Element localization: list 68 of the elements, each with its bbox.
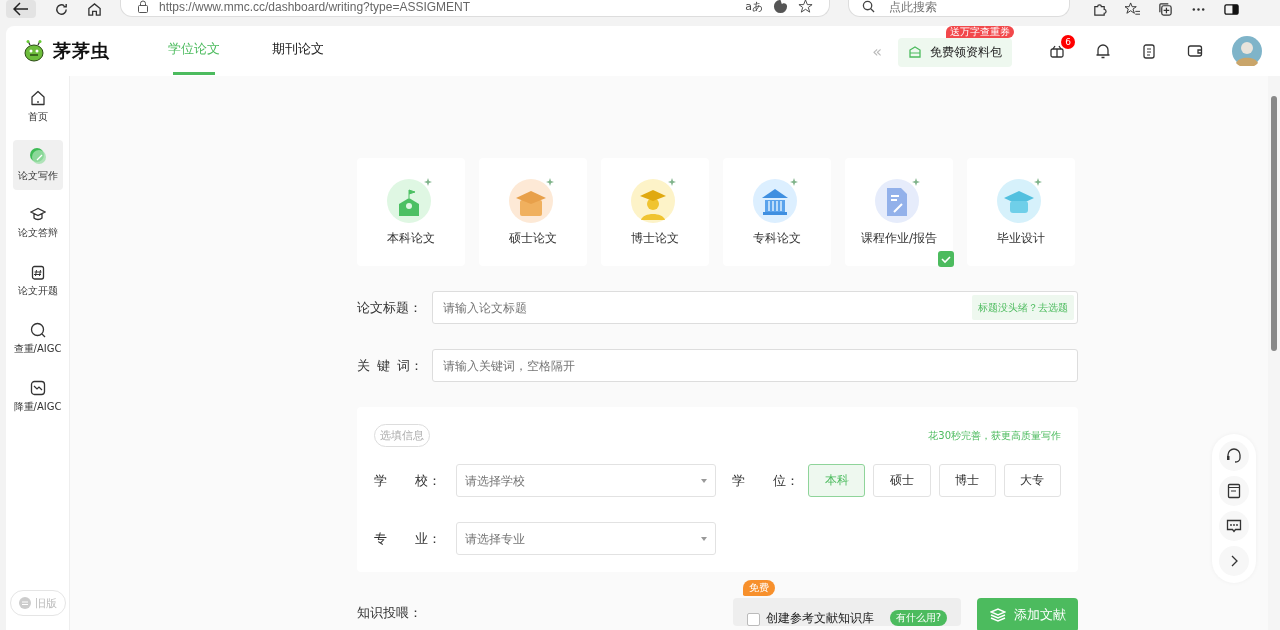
- paper-type-card[interactable]: 专科论文: [723, 158, 831, 266]
- degree-option[interactable]: 硕士: [873, 464, 931, 497]
- switch-icon: [18, 597, 31, 609]
- promo-button[interactable]: 免费领资料包: [898, 37, 1012, 67]
- field-label: 学 校：: [374, 471, 443, 490]
- chat-icon[interactable]: [1219, 511, 1249, 541]
- search-icon: [862, 0, 875, 13]
- search-icon: [29, 322, 46, 338]
- address-bar[interactable]: https://www.mmc.cc/dashboard/writing?type=ASSIGMENT aあ: [120, 0, 830, 17]
- checkbox-label: 创建参考文献知识库: [765, 610, 874, 627]
- back-icon[interactable]: [6, 0, 36, 18]
- headset-icon[interactable]: [1219, 441, 1249, 471]
- bell-icon[interactable]: [1095, 43, 1111, 59]
- refresh-icon[interactable]: [54, 1, 69, 17]
- bug-mascot-icon: [23, 40, 45, 62]
- promo-badge: 送万字查重券: [946, 26, 1014, 38]
- nav-tab[interactable]: 期刊论文: [272, 27, 324, 75]
- free-badge: 免费: [743, 580, 775, 596]
- field-label: 专 业：: [374, 529, 443, 548]
- puzzle-icon[interactable]: [1092, 1, 1107, 17]
- sidebar-item[interactable]: 论文答辩: [12, 198, 63, 248]
- field-label: 知识投喂：: [357, 604, 422, 622]
- trend-down-icon: [29, 380, 46, 396]
- field-label: 学 位：: [732, 471, 800, 490]
- school-select[interactable]: 请选择学校: [456, 464, 716, 497]
- sidebar-item[interactable]: 降重/AIGC: [12, 372, 63, 422]
- degree-option[interactable]: 大专: [1003, 464, 1061, 497]
- package-icon: [908, 45, 922, 59]
- sidebar-icon[interactable]: [1224, 1, 1239, 17]
- lock-icon: [137, 0, 149, 13]
- clipboard-icon[interactable]: [1141, 43, 1157, 59]
- keywords-input[interactable]: 请输入关键词，空格隔开: [432, 349, 1078, 382]
- major-select[interactable]: 请选择专业: [456, 522, 716, 555]
- checkmark-icon: [938, 251, 954, 267]
- paper-type-card[interactable]: 博士论文: [601, 158, 709, 266]
- tip-text: 花30秒完善，获更高质量写作: [928, 428, 1061, 443]
- notification-badge: 6: [1061, 35, 1075, 49]
- paper-type-card[interactable]: 课程作业/报告: [845, 158, 953, 266]
- sidebar-item[interactable]: 查重/AIGC: [12, 314, 63, 364]
- field-label: 关 键 词：: [357, 356, 425, 375]
- translate-button[interactable]: aあ: [745, 0, 763, 14]
- checkbox[interactable]: [747, 613, 760, 626]
- star-icon[interactable]: [798, 0, 813, 14]
- search-field[interactable]: 点此搜索: [848, 0, 1070, 17]
- sidebar-item[interactable]: 论文写作: [12, 140, 63, 190]
- graduation-cap-icon: [29, 206, 46, 222]
- notebook-icon[interactable]: [1219, 476, 1249, 506]
- degree-option[interactable]: 博士: [938, 464, 996, 497]
- sidebar-item[interactable]: 首页: [12, 82, 63, 132]
- home-icon: [29, 90, 46, 106]
- paper-type-card[interactable]: 硕士论文: [479, 158, 587, 266]
- paper-type-card[interactable]: 本科论文: [357, 158, 465, 266]
- dropdown-icon: [701, 537, 707, 541]
- url-text: https://www.mmc.cc/dashboard/writing?type=ASSIGMENT: [159, 0, 471, 14]
- field-label: 论文标题：: [357, 298, 423, 317]
- wallet-icon[interactable]: [1187, 43, 1203, 59]
- collections-icon[interactable]: [1158, 1, 1173, 17]
- paper-type-card[interactable]: 毕业设计: [967, 158, 1075, 266]
- books-icon: [989, 608, 1006, 622]
- favorites-icon[interactable]: [1125, 1, 1140, 17]
- hash-clipboard-icon: [29, 264, 46, 280]
- home-icon[interactable]: [87, 1, 102, 17]
- logo-text: 茅茅虫: [53, 39, 110, 63]
- pen-icon: [28, 147, 47, 165]
- gift-icon[interactable]: [1049, 43, 1065, 59]
- scrollbar[interactable]: [1268, 76, 1280, 630]
- dropdown-icon: [701, 479, 707, 483]
- sidebar-item[interactable]: 论文开题: [12, 256, 63, 306]
